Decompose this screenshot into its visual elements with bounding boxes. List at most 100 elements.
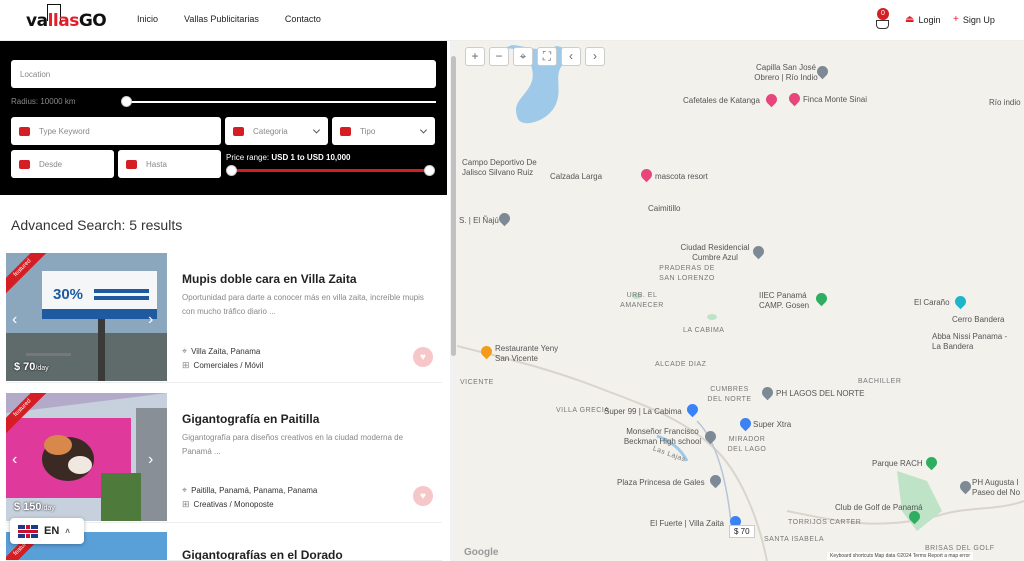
listing-price: $ 150/day [14, 501, 55, 513]
price-min-handle[interactable] [226, 165, 237, 176]
listing-title[interactable]: Mupis doble cara en Villa Zaita [182, 272, 357, 286]
map-label: Campo Deportivo De Jalisco Silvano Ruiz [462, 158, 537, 177]
logo[interactable]: vallasGO [26, 11, 107, 31]
map-label: Cerro Bandera [952, 315, 1005, 324]
fullscreen-button[interactable]: ⛶ [537, 47, 557, 66]
favorite-heart-icon[interactable]: ♥ [413, 486, 433, 506]
radius-handle[interactable] [121, 96, 132, 107]
header: vallasGO Inicio Vallas Publicitarias Con… [0, 0, 1024, 41]
uk-flag-icon [18, 524, 38, 538]
login-link[interactable]: ⏏ Login [905, 14, 940, 25]
map-label: SANTA ISABELA [764, 536, 825, 543]
map-label: PH LAGOS DEL NORTE [776, 389, 865, 398]
tipo-label: Tipo [360, 126, 376, 136]
chevron-left-icon[interactable]: ‹ [12, 311, 17, 329]
language-selector[interactable]: EN ˄ [10, 518, 84, 544]
desde-placeholder: Desde [39, 159, 63, 169]
signup-label: Sign Up [962, 14, 995, 25]
map-attribution[interactable]: Keyboard shortcuts Map data ©2024 Terms … [827, 552, 974, 560]
basket-icon [876, 20, 889, 29]
map-label: ALCADE DIAZ [655, 361, 707, 368]
location-input[interactable]: Location [11, 60, 436, 88]
price-range-value: USD 1 to USD 10,000 [271, 153, 351, 162]
listing-image[interactable]: featured ‹ › $ 150/day [6, 393, 167, 521]
price-range-slider[interactable] [226, 165, 435, 176]
price-range-label: Price range: USD 1 to USD 10,000 [226, 153, 351, 162]
map-pin-icon: ⌖ [182, 485, 188, 495]
listing-image[interactable]: 30% featured ‹ › $ 70/day [6, 253, 167, 381]
listing-category: ⊞ Creativas / Monoposte [182, 499, 274, 510]
map-label: TORRIJOS CARTER [788, 519, 862, 526]
location-pin-button[interactable]: ⌖ [513, 47, 533, 66]
map[interactable]: + − ⌖ ⛶ ‹ › Capilla San José Obrero | Rí… [457, 41, 1024, 561]
listing-location: ⌖ Paitilla, Panamá, Panama, Panama [182, 485, 317, 496]
cart-count-badge: 0 [877, 8, 889, 20]
nav-contacto[interactable]: Contacto [285, 14, 321, 24]
map-label: PH Augusta I Paseo del No [972, 478, 1021, 497]
price-value: $ 70 [14, 361, 36, 373]
map-prev-button[interactable]: ‹ [561, 47, 581, 66]
chevron-right-icon[interactable]: › [148, 311, 153, 329]
listing-card[interactable]: 30% featured ‹ › $ 70/day Mupis doble ca… [6, 253, 442, 383]
map-label: Super Xtra [753, 420, 792, 429]
map-label: MIRADOR DEL LAGO [727, 436, 767, 453]
calendar-icon [126, 159, 137, 169]
boxes-icon [340, 126, 351, 136]
chevron-down-icon [312, 126, 321, 134]
nav-inicio[interactable]: Inicio [137, 14, 158, 24]
price-value: $ 150 [14, 501, 42, 513]
map-label: Restaurante Yeny San Vicente [495, 344, 559, 363]
nav-vallas[interactable]: Vallas Publicitarias [184, 14, 259, 24]
scrollbar-thumb[interactable] [451, 56, 456, 356]
price-max-handle[interactable] [424, 165, 435, 176]
price-range-prefix: Price range: [226, 153, 272, 162]
keyword-input[interactable]: Type Keyword [11, 117, 221, 145]
categoria-select[interactable]: Categoria [225, 117, 328, 145]
google-logo: Google [464, 547, 499, 558]
listing-title[interactable]: Gigantografías en el Dorado [182, 548, 343, 560]
hasta-placeholder: Hasta [146, 159, 167, 169]
map-label: El Fuerte | Villa Zaita [650, 519, 724, 528]
map-label: Ciudad Residencial Cumbre Azul [680, 243, 750, 262]
map-label: Abba Nissi Panama - La Bandera [932, 332, 1008, 351]
radius-label: Radius: 10000 km [11, 97, 76, 106]
map-label: Club de Golf de Panamá [835, 503, 923, 512]
map-label: PRADERAS DE SAN LORENZO [659, 265, 715, 282]
listing-title[interactable]: Gigantografía en Paitilla [182, 412, 319, 426]
map-label: Calzada Larga [550, 172, 603, 181]
chevron-left-icon[interactable]: ‹ [12, 451, 17, 469]
logo-part: as [58, 11, 79, 31]
results-scrollbar[interactable] [450, 41, 457, 561]
map-label: Cafetales de Katanga [683, 96, 760, 105]
results-title: Advanced Search: 5 results [11, 217, 183, 233]
map-label: El Caraño [914, 298, 950, 307]
radius-slider[interactable] [121, 96, 436, 107]
zoom-in-button[interactable]: + [465, 47, 485, 66]
favorite-heart-icon[interactable]: ♥ [413, 347, 433, 367]
map-label: URB. EL AMANECER [620, 292, 664, 309]
map-label: Parque RACH [872, 459, 923, 468]
map-label: Plaza Princesa de Gales [617, 478, 705, 487]
zoom-out-button[interactable]: − [489, 47, 509, 66]
grid-icon: ⊞ [182, 360, 190, 370]
listing-card[interactable]: featured ‹ › $ 150/day Gigantografía en … [6, 393, 442, 523]
logo-part: ll [47, 11, 59, 31]
chevron-right-icon[interactable]: › [148, 451, 153, 469]
signup-link[interactable]: + Sign Up [953, 14, 995, 25]
map-label: Finca Monte Sinai [803, 95, 868, 104]
cart-button[interactable]: 0 [876, 8, 890, 30]
hasta-date-input[interactable]: Hasta [118, 150, 221, 178]
map-price-marker[interactable]: $ 70 [729, 525, 755, 538]
map-label: Capilla San José Obrero | Río Indio [754, 63, 818, 82]
map-next-button[interactable]: › [585, 47, 605, 66]
map-label: BRISAS DEL GOLF [925, 545, 995, 552]
map-label: BACHILLER [858, 378, 902, 385]
tipo-select[interactable]: Tipo [332, 117, 435, 145]
map-label: S. | El Ñajú [459, 216, 499, 225]
logo-part: va [26, 11, 48, 31]
language-code: EN [44, 525, 60, 537]
map-label: IIEC Panamá CAMP. Gosen [759, 291, 810, 310]
desde-date-input[interactable]: Desde [11, 150, 114, 178]
location-text: Paitilla, Panamá, Panama, Panama [191, 486, 318, 495]
map-label: Super 99 | La Cabima [604, 407, 682, 416]
